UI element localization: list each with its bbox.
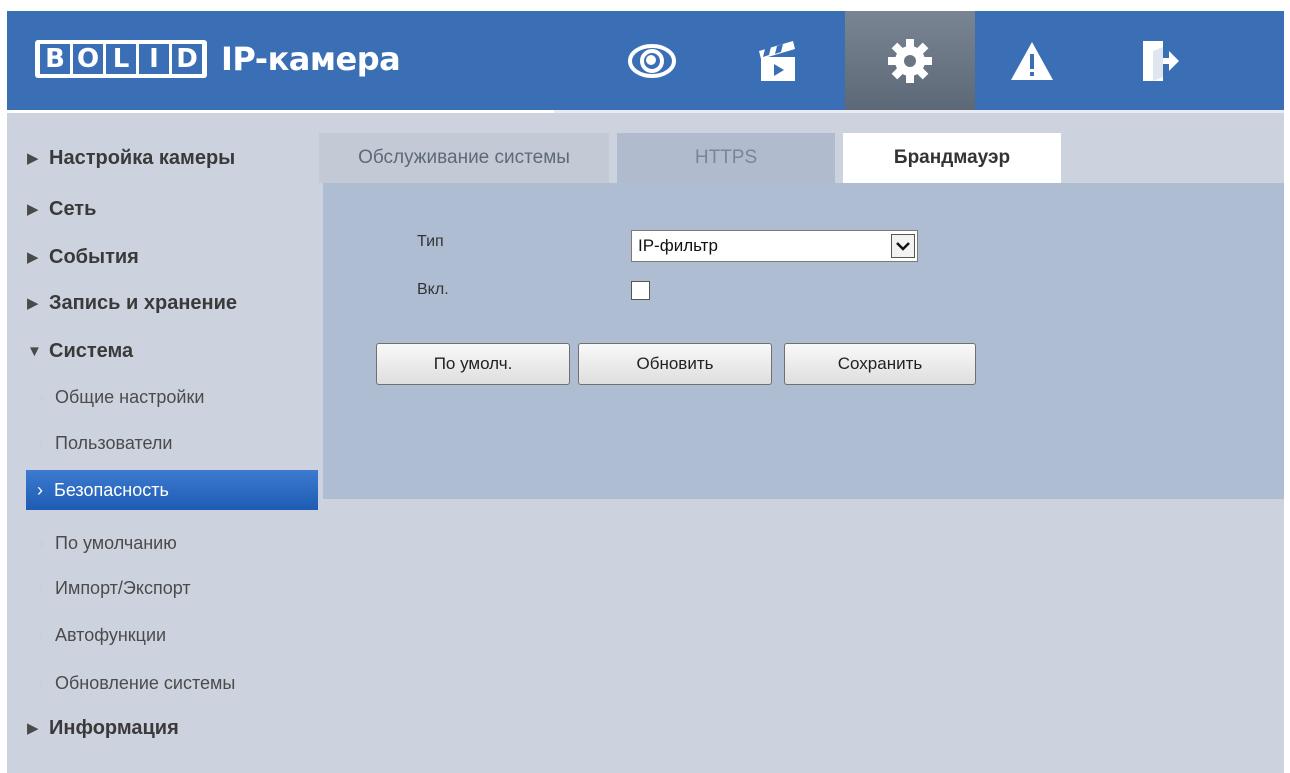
chevron-right-icon: › <box>38 532 44 553</box>
top-header: B O L I D IP-камера <box>7 11 1284 113</box>
type-select[interactable]: IP-фильтр <box>631 230 918 262</box>
type-label: Тип <box>417 233 444 250</box>
main-content: ▶ Настройка камеры ▶ Сеть ▶ События ▶ За… <box>7 113 1284 773</box>
tab-firewall[interactable]: Брандмауэр <box>843 133 1061 183</box>
chevron-right-icon: › <box>37 479 43 500</box>
default-button[interactable]: По умолч. <box>376 343 570 385</box>
chevron-down-icon <box>891 234 915 258</box>
sidebar-subitem-defaults[interactable]: › По умолчанию <box>27 523 319 563</box>
firewall-settings-panel: Тип IP-фильтр Вкл. По умолч. Обновить Со… <box>323 183 1284 499</box>
sidebar-item-storage[interactable]: ▶ Запись и хранение <box>27 283 319 323</box>
chevron-right-icon: › <box>38 432 44 453</box>
logo: B O L I D IP-камера <box>35 38 401 80</box>
chevron-right-icon: › <box>38 624 44 645</box>
exit-icon <box>1143 40 1179 81</box>
sidebar-item-network[interactable]: ▶ Сеть <box>27 189 319 229</box>
triangle-right-icon: ▶ <box>27 249 39 266</box>
gear-icon <box>888 38 932 83</box>
sidebar-item-events[interactable]: ▶ События <box>27 237 319 277</box>
sidebar-item-information[interactable]: ▶ Информация <box>27 708 319 748</box>
tab-https[interactable]: HTTPS <box>617 133 835 183</box>
sidebar-subitem-auto-functions[interactable]: › Автофункции <box>27 615 319 655</box>
nav-playback-button[interactable] <box>712 11 842 110</box>
sidebar-subitem-import-export[interactable]: › Импорт/Экспорт <box>27 568 319 608</box>
sidebar-subitem-system-update[interactable]: › Обновление системы <box>27 663 319 703</box>
triangle-right-icon: ▶ <box>27 295 39 312</box>
tab-system-maintenance[interactable]: Обслуживание системы <box>319 133 609 183</box>
nav-alarm-button[interactable] <box>967 11 1097 110</box>
triangle-down-icon: ▼ <box>27 342 42 360</box>
product-title: IP-камера <box>221 40 401 78</box>
chevron-right-icon: › <box>38 672 44 693</box>
eye-icon <box>628 43 676 78</box>
bolid-logo: B O L I D <box>35 40 207 78</box>
nav-settings-button[interactable] <box>845 11 975 110</box>
save-button[interactable]: Сохранить <box>784 343 976 385</box>
sidebar-subitem-users[interactable]: › Пользователи <box>27 423 319 463</box>
sidebar-item-camera-settings[interactable]: ▶ Настройка камеры <box>27 138 319 178</box>
triangle-right-icon: ▶ <box>27 201 39 218</box>
enable-label: Вкл. <box>417 281 449 298</box>
warning-icon <box>1011 41 1053 80</box>
clapperboard-icon <box>759 40 795 81</box>
sidebar-item-system[interactable]: ▼ Система <box>27 331 319 371</box>
sidebar-subitem-general[interactable]: › Общие настройки <box>27 377 319 417</box>
enable-checkbox[interactable] <box>631 281 650 300</box>
nav-logout-button[interactable] <box>1095 11 1225 110</box>
refresh-button[interactable]: Обновить <box>578 343 772 385</box>
chevron-right-icon: › <box>38 386 44 407</box>
triangle-right-icon: ▶ <box>27 720 39 737</box>
triangle-right-icon: ▶ <box>27 150 39 167</box>
nav-live-view-button[interactable] <box>587 11 717 110</box>
chevron-right-icon: › <box>38 577 44 598</box>
sidebar-subitem-security[interactable]: › Безопасность <box>26 470 318 510</box>
